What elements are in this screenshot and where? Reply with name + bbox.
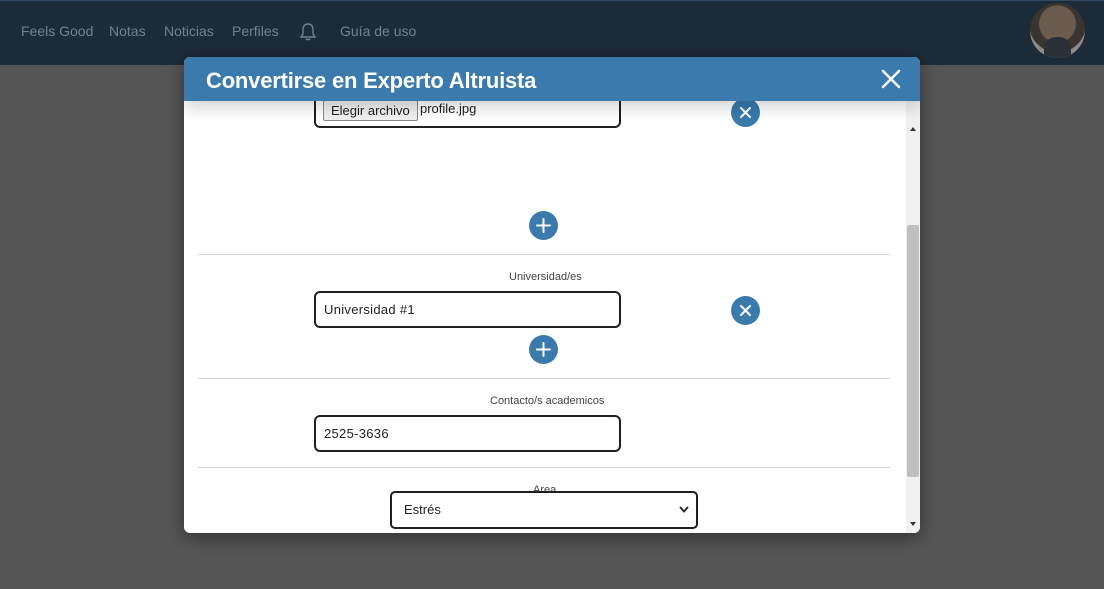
- choose-file-button[interactable]: Elegir archivo: [323, 101, 418, 121]
- remove-university-button[interactable]: [731, 296, 760, 325]
- universities-label: Universidad/es: [509, 271, 582, 283]
- university-input[interactable]: Universidad #1: [314, 291, 621, 328]
- add-university-button[interactable]: [529, 335, 558, 364]
- section-divider: [198, 378, 890, 379]
- modal-scrollbar[interactable]: [906, 101, 920, 533]
- file-input[interactable]: Elegir archivo profile.jpg: [314, 101, 621, 128]
- remove-file-button[interactable]: [731, 101, 760, 127]
- modal-title: Convertirse en Experto Altruista: [206, 68, 537, 93]
- scroll-down-arrow-icon[interactable]: [910, 522, 916, 526]
- section-divider: [198, 254, 890, 255]
- close-icon: [740, 305, 751, 316]
- nav-notas-link[interactable]: Notas: [109, 23, 146, 39]
- section-divider: [198, 467, 890, 468]
- scroll-thumb[interactable]: [907, 225, 919, 477]
- contact-input[interactable]: 2525-3636: [314, 415, 621, 452]
- chevron-down-icon: [679, 506, 689, 513]
- area-selected-value: Estrés: [404, 502, 441, 517]
- contacts-label: Contacto/s academicos: [490, 395, 605, 407]
- plus-icon: [536, 342, 551, 357]
- modal-header: Convertirse en Experto Altruista: [184, 57, 920, 101]
- nav-brand-link[interactable]: Feels Good: [21, 23, 93, 39]
- file-name-text: profile.jpg: [420, 101, 477, 116]
- close-icon: [740, 107, 751, 118]
- scroll-up-arrow-icon[interactable]: [910, 127, 916, 131]
- nav-perfiles-link[interactable]: Perfiles: [232, 23, 279, 39]
- bell-icon[interactable]: [298, 22, 318, 42]
- add-file-button[interactable]: [529, 211, 558, 240]
- modal-body: Elegir archivo profile.jpg Universidad/e…: [184, 101, 906, 533]
- area-select[interactable]: Estrés: [390, 491, 698, 529]
- nav-guia-link[interactable]: Guía de uso: [340, 23, 416, 39]
- close-icon[interactable]: [878, 66, 904, 92]
- expert-signup-modal: Convertirse en Experto Altruista Elegir …: [184, 57, 920, 533]
- top-navbar: Feels Good Notas Noticias Perfiles Guía …: [0, 0, 1104, 65]
- plus-icon: [536, 218, 551, 233]
- nav-noticias-link[interactable]: Noticias: [164, 23, 214, 39]
- user-avatar[interactable]: [1030, 3, 1085, 58]
